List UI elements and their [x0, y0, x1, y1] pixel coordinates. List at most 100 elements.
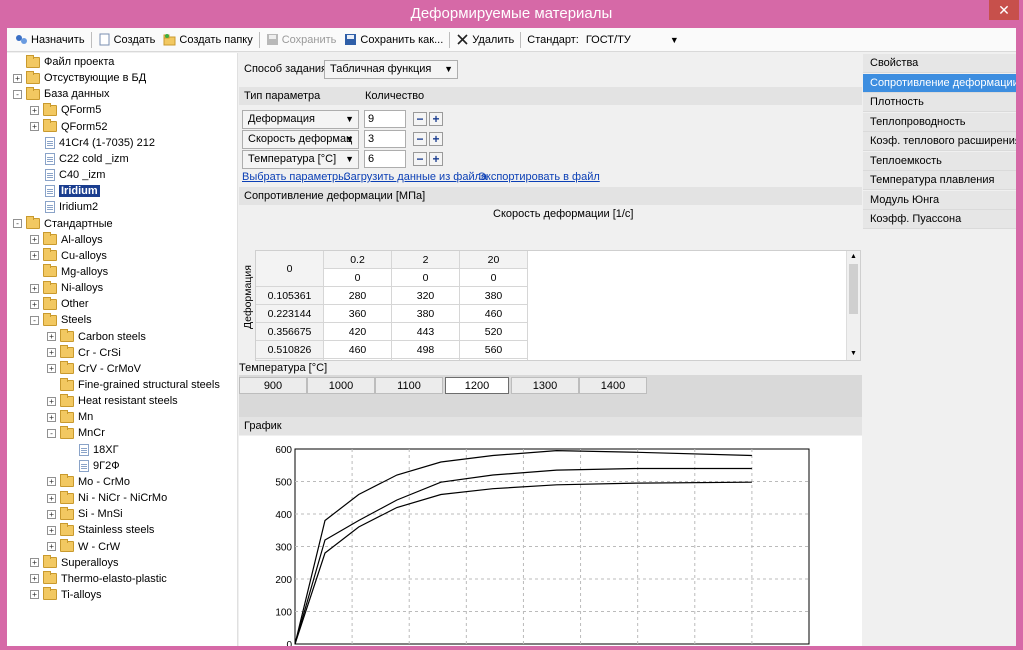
property-item[interactable]: Модуль Юнга	[863, 190, 1016, 210]
table-cell[interactable]: 0	[324, 269, 392, 287]
table-cell[interactable]: 380	[392, 305, 460, 323]
tree-node[interactable]: + Heat resistant steels	[47, 393, 178, 409]
expand-icon[interactable]: +	[47, 493, 56, 503]
save-button[interactable]: Сохранить	[262, 30, 341, 50]
property-item[interactable]: Теплопроводность	[863, 112, 1016, 132]
table-cell[interactable]: 460	[460, 305, 528, 323]
tree-node[interactable]: + QForm5	[30, 102, 101, 118]
minus-button[interactable]: −	[413, 152, 427, 166]
export-file-link[interactable]: Экспортировать в файл	[478, 171, 600, 183]
tree-node[interactable]: - Steels	[30, 312, 92, 328]
temperature-tab[interactable]: 1200	[445, 377, 509, 394]
tree-node[interactable]: + QForm52	[30, 119, 107, 135]
tree-node[interactable]: + Отсуствующие в БД	[13, 70, 146, 86]
plus-button[interactable]: +	[429, 112, 443, 126]
table-cell[interactable]	[324, 359, 392, 360]
param-count-input[interactable]: 6	[364, 150, 406, 168]
tree-node[interactable]: C22 cold _izm	[30, 151, 129, 167]
property-item[interactable]: Температура плавления	[863, 171, 1016, 190]
tree-node[interactable]: 18ХГ	[64, 442, 119, 458]
expand-icon[interactable]: +	[30, 235, 39, 245]
table-cell[interactable]: 420	[324, 323, 392, 341]
expand-icon[interactable]: +	[30, 590, 39, 600]
table-cell[interactable]	[460, 359, 528, 360]
create-button[interactable]: Создать	[94, 30, 160, 50]
table-cell[interactable]: 443	[392, 323, 460, 341]
property-item[interactable]: Плотность	[863, 93, 1016, 112]
expand-icon[interactable]: +	[30, 574, 39, 584]
expand-icon[interactable]: +	[47, 542, 56, 551]
tree-node[interactable]: + Cu-alloys	[30, 248, 107, 264]
tree-node[interactable]: + Superalloys	[30, 555, 118, 571]
column-header[interactable]: 2	[392, 251, 460, 269]
param-type-select[interactable]: Скорость деформац ▼	[242, 130, 359, 149]
tree-node[interactable]: 41Cr4 (1-7035) 212	[30, 135, 155, 151]
save-as-button[interactable]: Сохранить как...	[340, 30, 447, 50]
expand-icon[interactable]: +	[47, 348, 56, 358]
scroll-up-icon[interactable]: ▲	[847, 251, 860, 263]
expand-icon[interactable]: +	[30, 299, 39, 309]
tree-node[interactable]: + Al-alloys	[30, 232, 103, 248]
collapse-icon[interactable]: -	[13, 219, 22, 228]
row-header[interactable]: 0.510826	[256, 341, 324, 359]
create-folder-button[interactable]: Создать папку	[159, 30, 256, 50]
property-item[interactable]: Свойства	[863, 54, 1016, 73]
param-count-input[interactable]: 3	[364, 130, 406, 148]
plus-button[interactable]: +	[429, 132, 443, 146]
tree-node[interactable]: C40 _izm	[30, 167, 105, 183]
expand-icon[interactable]: +	[47, 332, 56, 342]
tree-node[interactable]: Fine-grained structural steels	[47, 377, 220, 393]
table-cell[interactable]: 360	[324, 305, 392, 323]
collapse-icon[interactable]: -	[13, 89, 22, 99]
table-cell[interactable]: 520	[460, 323, 528, 341]
expand-icon[interactable]: +	[47, 525, 56, 535]
column-header[interactable]: 0.2	[324, 251, 392, 269]
expand-icon[interactable]: +	[30, 122, 39, 132]
tree-node[interactable]: Iridium2	[30, 199, 98, 215]
expand-icon[interactable]: +	[47, 477, 56, 487]
temperature-tab[interactable]: 1100	[375, 377, 443, 394]
scroll-down-icon[interactable]: ▼	[847, 348, 860, 360]
minus-button[interactable]: −	[413, 112, 427, 126]
tree-node[interactable]: + Ni - NiCr - NiCrMo	[47, 490, 167, 506]
expand-icon[interactable]: +	[47, 412, 56, 422]
tree-node[interactable]: Файл проекта	[13, 54, 114, 70]
scroll-thumb[interactable]	[849, 264, 858, 314]
tree-node[interactable]: + Other	[30, 296, 89, 312]
tree-node[interactable]: Mg-alloys	[30, 264, 108, 280]
property-item[interactable]: Коэфф. Пуассона	[863, 210, 1016, 229]
table-scrollbar[interactable]: ▲ ▼	[846, 251, 860, 360]
tree-node[interactable]: + Carbon steels	[47, 329, 146, 345]
expand-icon[interactable]: +	[30, 251, 39, 261]
expand-icon[interactable]: +	[30, 558, 39, 568]
property-item[interactable]: Коэф. теплового расширения	[863, 132, 1016, 151]
expand-icon[interactable]: +	[47, 364, 56, 374]
tree-node[interactable]: + CrV - CrMoV	[47, 361, 141, 377]
data-table[interactable]: ▲ ▼ 0 0.2 2 20 0 0 0 0.105361 280 320 380 0.223144 3…	[255, 250, 861, 361]
row-header[interactable]: 0.693147	[256, 359, 324, 360]
tree-node[interactable]: + Ni-alloys	[30, 280, 103, 296]
row-header[interactable]: 0.223144	[256, 305, 324, 323]
tree-node[interactable]: + W - CrW	[47, 539, 120, 555]
minus-button[interactable]: −	[413, 132, 427, 146]
tree-node[interactable]: - MnCr	[47, 425, 105, 441]
temperature-tab[interactable]: 1400	[579, 377, 647, 394]
tree-node[interactable]: - База данных	[13, 86, 110, 102]
expand-icon[interactable]: +	[30, 283, 39, 293]
collapse-icon[interactable]: -	[30, 315, 39, 325]
table-cell[interactable]: 0	[392, 269, 460, 287]
table-cell[interactable]	[392, 359, 460, 360]
close-button[interactable]: ✕	[989, 0, 1019, 20]
material-tree[interactable]: Файл проекта + Отсуствующие в БД - База данн…	[7, 53, 238, 646]
tree-node[interactable]: + Stainless steels	[47, 522, 154, 538]
property-item[interactable]: Сопротивление деформации	[863, 73, 1016, 93]
standard-select[interactable]: ГОСТ/ТУ ▼	[583, 31, 681, 49]
assign-button[interactable]: Назначить	[11, 30, 89, 50]
table-cell[interactable]: 280	[324, 287, 392, 305]
temperature-tab[interactable]: 900	[239, 377, 307, 394]
method-select[interactable]: Табличная функция ▼	[324, 60, 458, 79]
table-cell[interactable]: 560	[460, 341, 528, 359]
tree-node[interactable]: + Si - MnSi	[47, 506, 123, 522]
tree-node[interactable]: 9Г2Ф	[64, 458, 120, 474]
temperature-tab[interactable]: 1000	[307, 377, 375, 394]
